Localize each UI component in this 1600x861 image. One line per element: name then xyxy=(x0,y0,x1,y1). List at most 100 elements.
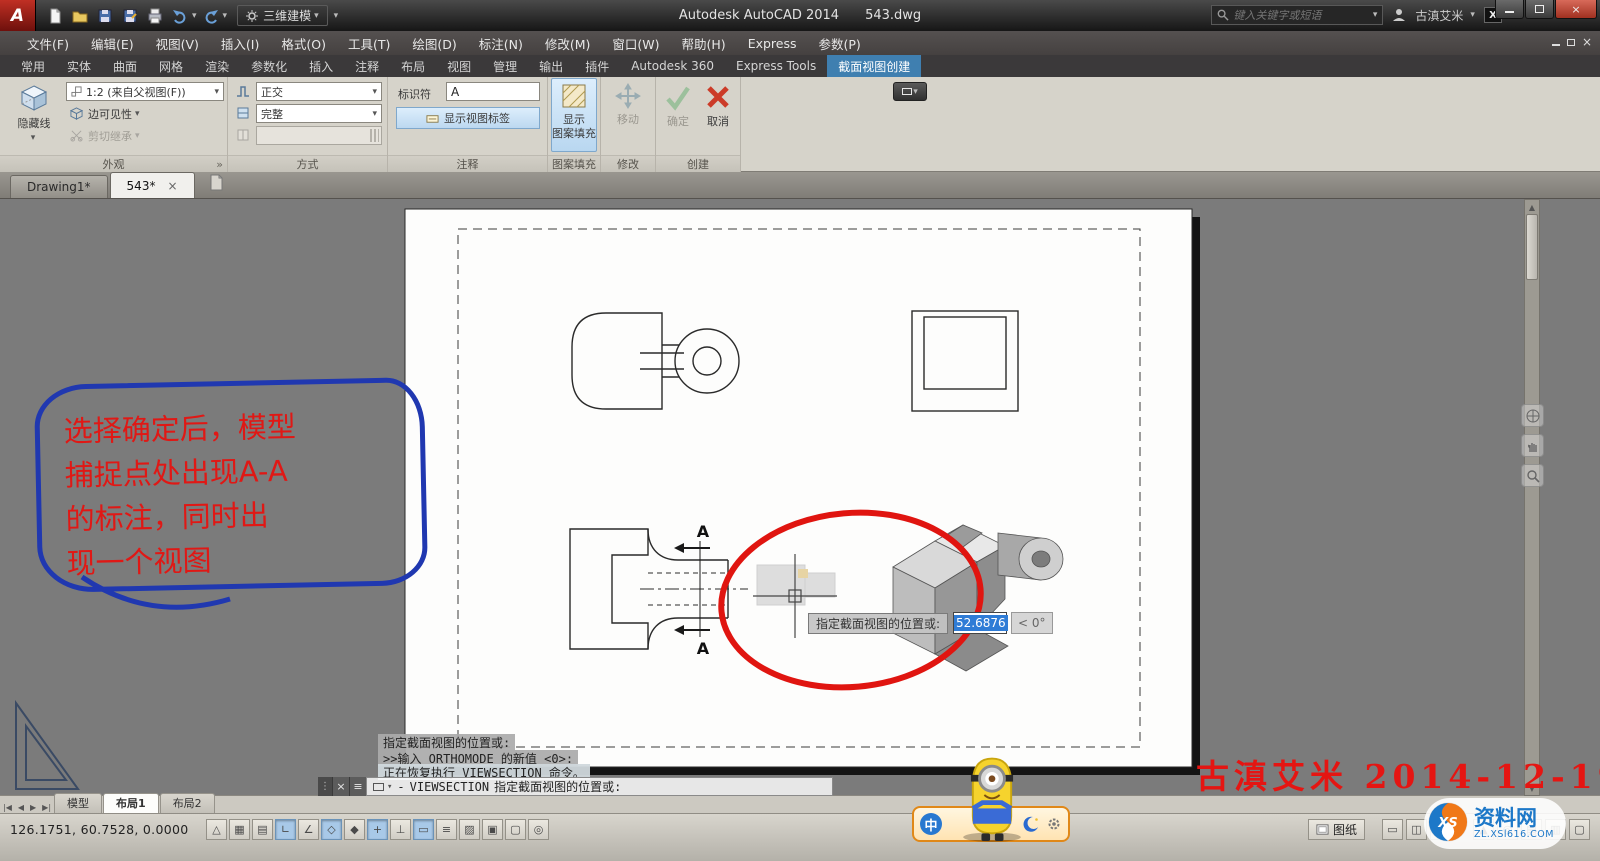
polar-toggle[interactable]: ∠ xyxy=(298,819,319,840)
undo-caret-icon[interactable]: ▾ xyxy=(192,11,197,21)
minimize-button[interactable] xyxy=(1495,0,1524,19)
save-icon[interactable] xyxy=(94,5,116,27)
layout-last-icon[interactable]: ▶| xyxy=(39,802,54,813)
ortho-toggle[interactable]: ∟ xyxy=(275,819,296,840)
ribbon-tab-manage[interactable]: 管理 xyxy=(482,55,528,77)
snap-toggle[interactable]: ▦ xyxy=(229,819,250,840)
clean-screen-button[interactable]: ▢ xyxy=(1569,819,1590,840)
file-tab-543[interactable]: 543* × xyxy=(110,172,195,198)
command-grip-icon[interactable]: ⋮ xyxy=(318,777,332,796)
menu-edit[interactable]: 编辑(E) xyxy=(80,30,145,57)
dyn-input-toggle[interactable]: ▭ xyxy=(413,819,434,840)
osnap-toggle[interactable]: ◇ xyxy=(321,819,342,840)
maximize-button[interactable] xyxy=(1525,0,1554,19)
layout-prev-icon[interactable]: ◀ xyxy=(15,802,27,813)
ribbon-tab-annotate[interactable]: 注释 xyxy=(344,55,390,77)
menu-tools[interactable]: 工具(T) xyxy=(337,30,401,57)
new-tab-button[interactable] xyxy=(207,174,227,195)
redo-icon[interactable] xyxy=(200,5,222,27)
model-paper-toggle[interactable]: ▭ xyxy=(1382,819,1403,840)
annotation-monitor-toggle[interactable]: ◎ xyxy=(528,819,549,840)
projection-combo[interactable]: 正交 ▾ xyxy=(256,82,382,101)
ime-language-toggle[interactable]: 中 xyxy=(920,813,942,835)
file-tab-drawing1[interactable]: Drawing1* xyxy=(10,175,108,198)
ribbon-tab-insert[interactable]: 插入 xyxy=(298,55,344,77)
dyn-input-value-field[interactable]: 52.6876 xyxy=(953,612,1007,634)
lineweight-toggle[interactable]: ≡ xyxy=(436,819,457,840)
signin-user-name[interactable]: 古滇艾米 xyxy=(1415,7,1463,24)
ribbon-tab-plugins[interactable]: 插件 xyxy=(574,55,620,77)
quick-properties-toggle[interactable]: ▣ xyxy=(482,819,503,840)
mdi-minimize-icon[interactable] xyxy=(1552,44,1560,46)
menu-help[interactable]: 帮助(H) xyxy=(671,30,737,57)
menu-format[interactable]: 格式(O) xyxy=(270,30,337,57)
identifier-input[interactable] xyxy=(446,82,540,101)
pan-hand-icon[interactable] xyxy=(1521,434,1544,457)
otrack-toggle[interactable]: + xyxy=(367,819,388,840)
menu-view[interactable]: 视图(V) xyxy=(145,30,210,57)
drawing-canvas[interactable]: A A xyxy=(0,198,1600,795)
ribbon-tab-layout[interactable]: 布局 xyxy=(390,55,436,77)
autocad-logo-icon[interactable]: A xyxy=(0,0,36,31)
depth-combo[interactable]: 完整 ▾ xyxy=(256,104,382,123)
menu-dimension[interactable]: 标注(N) xyxy=(468,30,534,57)
menu-window[interactable]: 窗口(W) xyxy=(601,30,670,57)
show-view-label-button[interactable]: 显示视图标签 xyxy=(396,107,540,129)
tab-layout1[interactable]: 布局1 xyxy=(103,793,159,813)
scroll-up-icon[interactable]: ▲ xyxy=(1529,200,1535,214)
ribbon-tab-solid[interactable]: 实体 xyxy=(56,55,102,77)
cut-inheritance-button[interactable]: 剪切继承 ▾ xyxy=(66,126,144,145)
signin-caret-icon[interactable]: ▾ xyxy=(1470,10,1475,20)
panel-appearance-expander-icon[interactable]: » xyxy=(216,158,223,171)
grid-toggle[interactable]: ▤ xyxy=(252,819,273,840)
cancel-button[interactable]: 取消 xyxy=(699,78,737,152)
move-button[interactable]: 移动 xyxy=(608,78,648,152)
menu-parametric[interactable]: 参数(P) xyxy=(808,30,872,57)
redo-caret-icon[interactable]: ▾ xyxy=(223,11,228,21)
layout-first-icon[interactable]: |◀ xyxy=(0,802,15,813)
ducs-toggle[interactable]: ⊥ xyxy=(390,819,411,840)
save-as-icon[interactable] xyxy=(119,5,141,27)
ribbon-tab-home[interactable]: 常用 xyxy=(10,55,56,77)
zoom-magnifier-icon[interactable] xyxy=(1521,464,1544,487)
ribbon-tab-output[interactable]: 输出 xyxy=(528,55,574,77)
infer-constraints-toggle[interactable]: △ xyxy=(206,819,227,840)
ribbon-media-button[interactable]: ▾ xyxy=(893,82,927,101)
ribbon-tab-parametric[interactable]: 参数化 xyxy=(240,55,298,77)
command-caret-icon[interactable]: ▾ xyxy=(387,782,392,792)
ime-settings-gear-icon[interactable] xyxy=(1046,816,1062,832)
open-file-icon[interactable] xyxy=(69,5,91,27)
workspace-selector[interactable]: 三维建模 ▾ xyxy=(237,5,328,26)
vertical-scrollbar[interactable]: ▲ ▼ xyxy=(1524,199,1540,796)
tab-layout2[interactable]: 布局2 xyxy=(160,793,215,813)
ok-button[interactable]: 确定 xyxy=(659,78,697,152)
tab-model[interactable]: 模型 xyxy=(54,793,102,813)
menu-file[interactable]: 文件(F) xyxy=(16,30,80,57)
hidden-lines-button[interactable]: 隐藏线 ▾ xyxy=(6,78,62,152)
menu-draw[interactable]: 绘图(D) xyxy=(401,30,467,57)
scrollbar-thumb[interactable] xyxy=(1526,214,1538,280)
ribbon-tab-autodesk360[interactable]: Autodesk 360 xyxy=(620,55,725,77)
ribbon-tab-render[interactable]: 渲染 xyxy=(194,55,240,77)
selection-cycling-toggle[interactable]: ▢ xyxy=(505,819,526,840)
menu-express[interactable]: Express xyxy=(737,32,808,55)
close-button[interactable]: × xyxy=(1555,0,1597,19)
ribbon-tab-mesh[interactable]: 网格 xyxy=(148,55,194,77)
qat-customize-caret-icon[interactable]: ▾ xyxy=(334,11,339,21)
layout-next-icon[interactable]: ▶ xyxy=(27,802,39,813)
file-tab-close-icon[interactable]: × xyxy=(167,179,177,193)
ribbon-tab-section-view-creation[interactable]: 截面视图创建 xyxy=(827,55,921,77)
ribbon-tab-surface[interactable]: 曲面 xyxy=(102,55,148,77)
edge-visibility-button[interactable]: 边可见性 ▾ xyxy=(66,104,144,123)
command-close-icon[interactable]: × xyxy=(332,777,349,796)
plot-icon[interactable] xyxy=(144,5,166,27)
transparency-toggle[interactable]: ▨ xyxy=(459,819,480,840)
command-input[interactable]: ▾ - VIEWSECTION 指定截面视图的位置或: xyxy=(366,777,833,796)
command-customize-icon[interactable]: ≡ xyxy=(349,777,366,796)
search-input[interactable] xyxy=(1233,9,1370,22)
ribbon-tab-view[interactable]: 视图 xyxy=(436,55,482,77)
full-navigation-wheel-icon[interactable] xyxy=(1521,404,1544,427)
search-caret-icon[interactable]: ▾ xyxy=(1373,10,1378,20)
3d-osnap-toggle[interactable]: ◆ xyxy=(344,819,365,840)
new-file-icon[interactable] xyxy=(44,5,66,27)
